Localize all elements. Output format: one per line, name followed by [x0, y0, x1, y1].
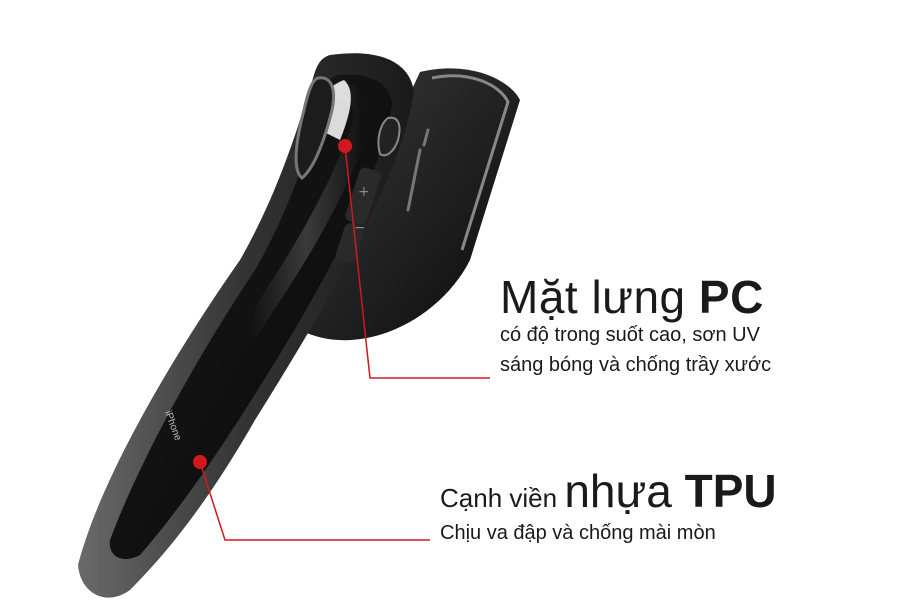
tpu-line-1: Chịu va đập và chống mài mòn — [440, 522, 716, 544]
red-dot-icon — [338, 139, 352, 153]
tpu-title-bold: TPU — [684, 465, 777, 517]
plus-icon: + — [358, 184, 370, 200]
tpu-callout: Cạnh viền nhựa TPU Chịu va đập và chống … — [440, 468, 777, 548]
pc-callout: Mặt lưng PC có độ trong suốt cao, sơn UV… — [500, 274, 771, 380]
pc-line-1: có độ trong suốt cao, sơn UV — [500, 324, 760, 346]
pc-line-2: sáng bóng và chống trầy xước — [500, 354, 772, 376]
tpu-leader-line — [199, 461, 430, 541]
tpu-title-light: Cạnh viền — [440, 483, 565, 513]
minus-icon: − — [354, 220, 366, 236]
pc-title-bold: PC — [698, 271, 764, 323]
tpu-title-medium: nhựa — [564, 465, 685, 517]
pc-title: Mặt lưng PC — [500, 274, 771, 320]
pc-title-prefix: Mặt lưng — [500, 271, 699, 323]
red-dot-icon — [193, 455, 207, 469]
tpu-title: Cạnh viền nhựa TPU — [440, 468, 777, 514]
